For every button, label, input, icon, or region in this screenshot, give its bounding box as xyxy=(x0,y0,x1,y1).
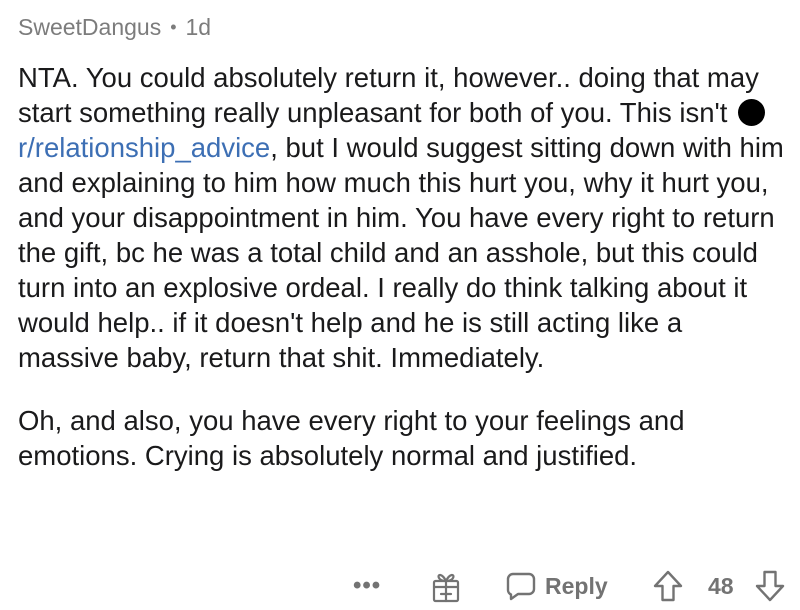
comment-age: 1d xyxy=(185,13,212,40)
downvote-button[interactable] xyxy=(754,564,786,608)
ellipsis-icon: ••• xyxy=(353,572,382,599)
reply-button[interactable]: Reply xyxy=(505,564,608,608)
meta-separator: • xyxy=(170,16,177,37)
paragraph-1-text-before: NTA. You could absolutely return it, how… xyxy=(18,62,759,128)
paragraph-1-text-after: , but I would suggest sitting down with … xyxy=(18,132,784,373)
reply-label: Reply xyxy=(545,572,608,599)
subreddit-link[interactable]: r/relationship_advice xyxy=(18,132,270,163)
comment-paragraph-1: NTA. You could absolutely return it, how… xyxy=(18,60,788,375)
comment-body: NTA. You could absolutely return it, how… xyxy=(18,60,788,473)
subreddit-avatar-icon[interactable] xyxy=(738,99,766,126)
vote-score: 48 xyxy=(708,564,734,608)
score-value: 48 xyxy=(708,572,734,599)
speech-bubble-icon xyxy=(505,570,537,602)
arrow-up-icon xyxy=(652,569,684,603)
more-options-button[interactable]: ••• xyxy=(353,564,381,608)
award-button[interactable] xyxy=(431,564,461,608)
gift-award-icon xyxy=(431,569,461,603)
arrow-down-icon xyxy=(754,569,786,603)
author-username[interactable]: SweetDangus xyxy=(18,14,161,41)
comment-meta: SweetDangus • 1d xyxy=(18,10,788,44)
comment: SweetDangus • 1d NTA. You could absolute… xyxy=(18,10,788,603)
upvote-button[interactable] xyxy=(652,564,684,608)
comment-action-bar: ••• Reply 48 xyxy=(18,564,788,608)
comment-paragraph-2: Oh, and also, you have every right to yo… xyxy=(18,405,685,471)
